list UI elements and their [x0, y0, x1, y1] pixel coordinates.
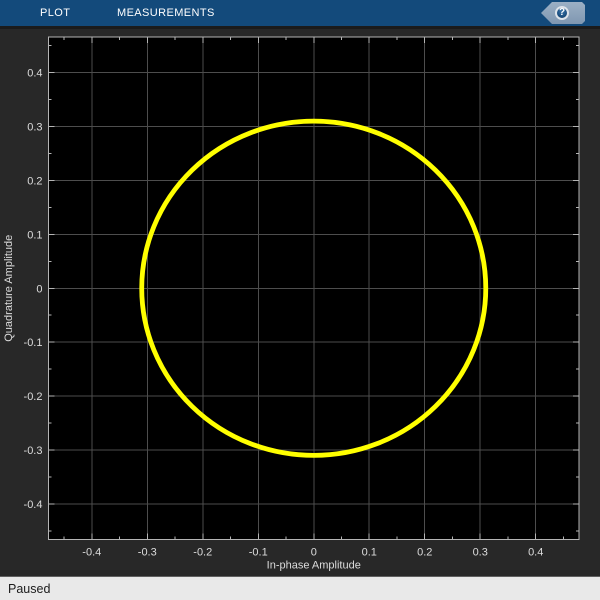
y-tick-label: -0.2 [24, 391, 43, 403]
y-tick-label: 0.2 [27, 175, 42, 187]
x-tick-label: 0 [311, 547, 317, 559]
x-tick-label: 0.4 [528, 547, 543, 559]
status-text: Paused [8, 582, 51, 596]
x-tick-label: -0.4 [82, 547, 101, 559]
y-tick-label: 0 [36, 283, 42, 295]
x-axis-title: In-phase Amplitude [267, 560, 361, 572]
tab-measurements[interactable]: MEASUREMENTS [117, 0, 215, 26]
toolstrip-help-flyout[interactable]: ? [541, 2, 585, 24]
y-tick-label: 0.3 [27, 122, 42, 134]
toolstrip: PLOT MEASUREMENTS ? [0, 0, 600, 29]
x-tick-label: -0.3 [138, 547, 157, 559]
x-tick-label: 0.1 [362, 547, 377, 559]
x-tick-label: -0.2 [193, 547, 212, 559]
y-tick-label: -0.3 [24, 445, 43, 457]
tab-plot[interactable]: PLOT [40, 0, 70, 26]
x-tick-label: 0.3 [473, 547, 488, 559]
plot-figure: -0.4 -0.3 -0.2 -0.1 0 0.1 0.2 0.3 0.4 -0.4 -0.3 -0.… [0, 29, 600, 575]
y-axis-title: Quadrature Amplitude [3, 235, 15, 342]
constellation-plot[interactable]: -0.4 -0.3 -0.2 -0.1 0 0.1 0.2 0.3 0.4 -0.4 -0.3 -0.… [0, 29, 600, 575]
y-tick-label: -0.4 [24, 499, 43, 511]
constellation-scope-window: PLOT MEASUREMENTS ? -0.4 -0.3 -0.2 -0.1 0 0.1… [0, 0, 600, 600]
y-tick-label: 0.1 [27, 229, 42, 241]
status-bar: Paused [0, 576, 600, 600]
y-tick-label: -0.1 [24, 337, 43, 349]
x-tick-label: 0.2 [417, 547, 432, 559]
help-button[interactable]: ? [555, 6, 569, 20]
y-tick-label: 0.4 [27, 68, 42, 80]
question-mark-icon: ? [558, 7, 566, 18]
x-tick-label: -0.1 [249, 547, 268, 559]
